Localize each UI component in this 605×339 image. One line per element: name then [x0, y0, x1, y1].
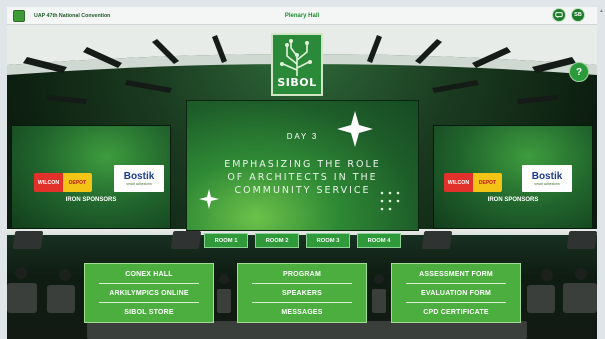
- menu-divider: [406, 283, 506, 284]
- evaluation-form-button[interactable]: EVALUATION FORM: [392, 285, 520, 301]
- menu-divider: [99, 283, 199, 284]
- speakers-button[interactable]: SPEAKERS: [238, 285, 366, 301]
- speaker-center-left: [170, 231, 202, 249]
- bostik-tagline: smart adhesives: [126, 182, 152, 186]
- sibol-wordmark: SIBOL: [277, 76, 317, 89]
- scroll-up-arrow-icon[interactable]: ▲: [599, 8, 604, 14]
- speaker-center-right: [421, 231, 453, 249]
- depot-text: DEPOT: [473, 173, 502, 192]
- day-label: DAY 3: [286, 132, 319, 141]
- menu-divider: [252, 283, 352, 284]
- wilcon-text: WILCON: [444, 173, 473, 192]
- menu-panel-center: PROGRAM SPEAKERS MESSAGES: [237, 263, 367, 323]
- bostik-tagline: smart adhesives: [534, 182, 560, 186]
- iron-sponsors-caption: IRON SPONSORS: [65, 197, 117, 203]
- convention-logo-icon: [13, 9, 25, 22]
- help-button[interactable]: ?: [569, 62, 589, 82]
- circuit-tree-icon: [280, 39, 312, 76]
- menu-divider: [406, 302, 506, 303]
- app-window: UAP 47th National Convention Plenary Hal…: [0, 0, 605, 339]
- sponsor-screen-left: WILCON DEPOT Bostik smart adhesives IRON…: [11, 125, 171, 229]
- top-bar: UAP 47th National Convention Plenary Hal…: [7, 7, 597, 25]
- theme-text: EMPHASIZING THE ROLE OF ARCHITECTS IN TH…: [187, 158, 418, 197]
- bostik-logo: Bostik smart adhesives: [114, 165, 164, 192]
- virtual-hall-stage: SIBOL ? WILCON DEPOT Bostik smart adhesi…: [7, 25, 597, 339]
- chat-icon[interactable]: [552, 8, 566, 22]
- assessment-form-button[interactable]: ASSESSMENT FORM: [392, 266, 520, 282]
- wilcon-depot-logo: WILCON DEPOT: [444, 173, 502, 192]
- sibol-store-button[interactable]: SIBOL STORE: [85, 304, 213, 320]
- menu-divider: [252, 302, 352, 303]
- menu-divider: [99, 302, 199, 303]
- main-screen: DAY 3 EMPHASIZING THE ROLE OF ARCHITECTS…: [186, 100, 419, 231]
- room-2-button[interactable]: ROOM 2: [255, 233, 299, 248]
- room-3-button[interactable]: ROOM 3: [306, 233, 350, 248]
- menu-panel-left: CONEX HALL ARKILYMPICS ONLINE SIBOL STOR…: [84, 263, 214, 323]
- program-button[interactable]: PROGRAM: [238, 266, 366, 282]
- bostik-text: Bostik: [531, 171, 563, 182]
- wilcon-depot-logo: WILCON DEPOT: [34, 173, 92, 192]
- menu-panel-right: ASSESSMENT FORM EVALUATION FORM CPD CERT…: [391, 263, 521, 323]
- depot-text: DEPOT: [63, 173, 92, 192]
- wilcon-text: WILCON: [34, 173, 63, 192]
- speaker-right: [566, 231, 597, 249]
- sibol-logo: SIBOL: [271, 33, 323, 96]
- bostik-logo: Bostik smart adhesives: [522, 165, 572, 192]
- theme-line: EMPHASIZING THE ROLE: [224, 159, 381, 170]
- convention-title: UAP 47th National Convention: [34, 12, 111, 19]
- arkilympics-online-button[interactable]: ARKILYMPICS ONLINE: [85, 285, 213, 301]
- iron-sponsors-caption: IRON SPONSORS: [487, 197, 539, 203]
- bostik-text: Bostik: [123, 171, 155, 182]
- sponsor-screen-right: WILCON DEPOT Bostik smart adhesives IRON…: [433, 125, 593, 229]
- room-1-button[interactable]: ROOM 1: [204, 233, 248, 248]
- theme-line: COMMUNITY SERVICE: [234, 185, 371, 196]
- speaker-left: [12, 231, 44, 249]
- room-4-button[interactable]: ROOM 4: [357, 233, 401, 248]
- theme-line: OF ARCHITECTS IN THE: [227, 172, 378, 183]
- conex-hall-button[interactable]: CONEX HALL: [85, 266, 213, 282]
- messages-button[interactable]: MESSAGES: [238, 304, 366, 320]
- user-avatar[interactable]: SB: [571, 8, 585, 22]
- cpd-certificate-button[interactable]: CPD CERTIFICATE: [392, 304, 520, 320]
